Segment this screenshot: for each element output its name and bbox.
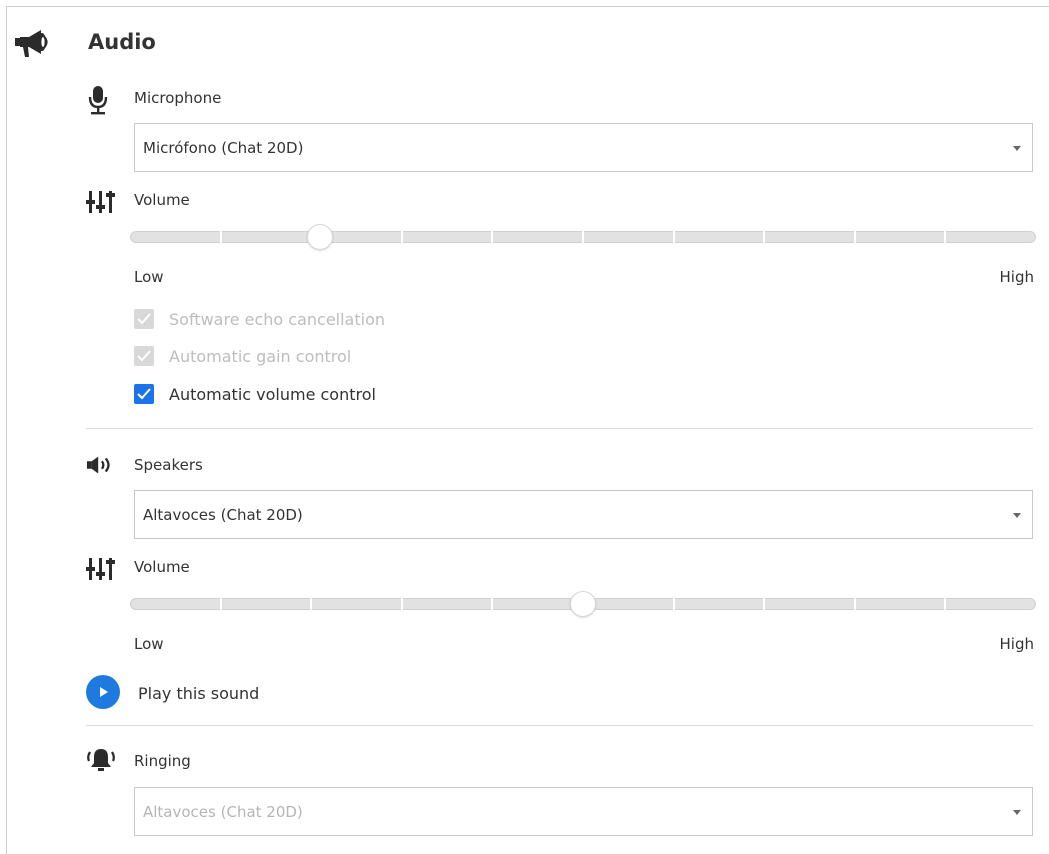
slider-tick (310, 598, 312, 610)
microphone-select-value: Micrófono (Chat 20D) (143, 139, 304, 157)
speakers-select[interactable]: Altavoces (Chat 20D) (134, 490, 1033, 539)
ringing-label: Ringing (134, 752, 191, 770)
software-echo-cancellation-checkbox[interactable]: Software echo cancellation (134, 309, 385, 329)
chevron-down-icon (1013, 810, 1021, 815)
divider (86, 428, 1033, 429)
ringing-select-value: Altavoces (Chat 20D) (143, 803, 303, 821)
slider-tick (582, 231, 584, 243)
microphone-select[interactable]: Micrófono (Chat 20D) (134, 123, 1033, 172)
slider-tick (854, 598, 856, 610)
microphone-volume-slider[interactable] (130, 224, 1036, 250)
chevron-down-icon (1013, 146, 1021, 151)
divider (86, 725, 1033, 726)
slider-tick (220, 598, 222, 610)
play-icon (100, 687, 108, 697)
checkbox-label: Software echo cancellation (169, 309, 385, 329)
slider-tick (491, 231, 493, 243)
slider-tick (401, 598, 403, 610)
sliders-icon (86, 187, 116, 217)
slider-thumb[interactable] (570, 591, 596, 617)
automatic-gain-control-checkbox[interactable]: Automatic gain control (134, 346, 351, 366)
slider-tick (491, 598, 493, 610)
microphone-icon (83, 85, 113, 115)
automatic-volume-control-checkbox[interactable]: Automatic volume control (134, 384, 376, 404)
slider-thumb[interactable] (307, 224, 333, 250)
play-sound-label[interactable]: Play this sound (138, 684, 259, 703)
checkbox-box[interactable] (134, 309, 154, 329)
speakers-volume-high-label: High (999, 635, 1034, 653)
slider-tick (401, 231, 403, 243)
speakers-select-value: Altavoces (Chat 20D) (143, 506, 303, 524)
bell-icon (86, 746, 116, 776)
microphone-volume-low-label: Low (134, 268, 164, 286)
microphone-volume-high-label: High (999, 268, 1034, 286)
ringing-select[interactable]: Altavoces (Chat 20D) (134, 787, 1033, 836)
microphone-volume-label: Volume (134, 191, 190, 209)
slider-tick (763, 598, 765, 610)
checkbox-box[interactable] (134, 384, 154, 404)
speakers-label: Speakers (134, 456, 203, 474)
megaphone-icon (15, 28, 55, 58)
checkbox-label: Automatic gain control (169, 346, 352, 366)
speakers-volume-slider[interactable] (130, 591, 1036, 617)
play-sound-button[interactable] (86, 675, 120, 709)
checkbox-label: Automatic volume control (169, 384, 376, 404)
checkmark-icon (137, 388, 151, 400)
slider-tick (944, 598, 946, 610)
section-title: Audio (88, 30, 156, 54)
slider-tick (220, 231, 222, 243)
slider-tick (763, 231, 765, 243)
slider-tick (854, 231, 856, 243)
checkmark-icon (137, 350, 151, 362)
sliders-icon (86, 554, 116, 584)
checkbox-box[interactable] (134, 346, 154, 366)
speakers-volume-label: Volume (134, 558, 190, 576)
microphone-label: Microphone (134, 89, 222, 107)
slider-tick (944, 231, 946, 243)
speakers-volume-low-label: Low (134, 635, 164, 653)
checkmark-icon (137, 313, 151, 325)
chevron-down-icon (1013, 513, 1021, 518)
speaker-icon (86, 450, 116, 480)
slider-tick (673, 231, 675, 243)
slider-tick (673, 598, 675, 610)
